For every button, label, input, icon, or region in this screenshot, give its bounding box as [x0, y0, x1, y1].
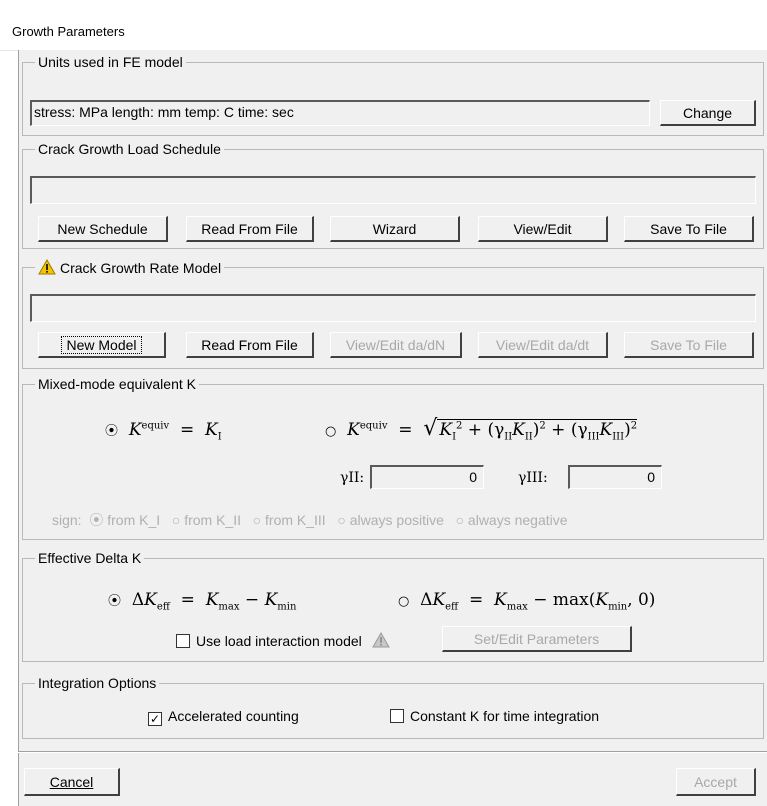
- schedule-save-file-button[interactable]: Save To File: [624, 216, 754, 242]
- view-edit-dadn-button[interactable]: View/Edit da/dN: [330, 332, 462, 358]
- view-edit-dadt-label: View/Edit da/dt: [495, 336, 590, 353]
- schedule-read-file-button[interactable]: Read From File: [186, 216, 314, 242]
- title-bar: Growth Parameters: [0, 0, 767, 51]
- integration-legend: Integration Options: [35, 675, 160, 691]
- new-model-label: New Model: [61, 335, 142, 354]
- sign-always-positive-radio[interactable]: ○: [337, 512, 345, 528]
- dk-simple-radio[interactable]: ⦿: [108, 594, 121, 609]
- keq-simple-radio[interactable]: ⦿: [105, 424, 118, 439]
- constant-k-option[interactable]: Constant K for time integration: [390, 708, 599, 724]
- units-field: stress: MPa length: mm temp: C time: sec: [30, 100, 650, 126]
- accept-label: Accept: [694, 773, 737, 790]
- constant-k-checkbox[interactable]: [390, 709, 404, 723]
- view-edit-schedule-label: View/Edit: [513, 220, 572, 237]
- accelerated-label: Accelerated counting: [168, 708, 299, 724]
- gamma-iii-input[interactable]: 0: [568, 465, 662, 489]
- view-edit-dadn-label: View/Edit da/dN: [345, 336, 446, 353]
- change-button[interactable]: Change: [660, 100, 756, 126]
- gamma-ii-label: γII:: [340, 470, 365, 486]
- sign-from-ki-radio[interactable]: ⦿: [89, 512, 103, 528]
- cancel-button[interactable]: Cancel: [24, 768, 120, 796]
- constant-k-label: Constant K for time integration: [410, 708, 600, 724]
- keq-simple-option[interactable]: ⦿ Kequiv = KI: [105, 420, 222, 442]
- mixed-mode-legend: Mixed-mode equivalent K: [35, 376, 199, 392]
- units-legend: Units used in FE model: [35, 54, 186, 70]
- delta-k-legend: Effective Delta K: [35, 550, 145, 566]
- load-interaction-label: Use load interaction model: [196, 633, 362, 649]
- window-title: Growth Parameters: [12, 24, 125, 39]
- sign-label: sign:: [52, 512, 82, 528]
- rate-model-legend: Crack Growth Rate Model: [35, 259, 225, 276]
- model-save-file-label: Save To File: [650, 336, 727, 353]
- model-read-file-label: Read From File: [201, 336, 298, 353]
- sign-always-positive-label: always positive: [349, 512, 444, 528]
- gamma-ii-input[interactable]: 0: [370, 465, 484, 489]
- set-edit-parameters-button[interactable]: Set/Edit Parameters: [442, 626, 632, 652]
- new-schedule-label: New Schedule: [57, 220, 148, 237]
- sign-from-ki-label: from K_I: [107, 512, 161, 528]
- rate-model-legend-text: Crack Growth Rate Model: [60, 260, 222, 276]
- schedule-save-file-label: Save To File: [650, 220, 727, 237]
- accelerated-checkbox[interactable]: ✓: [148, 712, 162, 726]
- dk-positive-option[interactable]: ○ ΔKeff = Kmax − max(Kmin, 0): [398, 590, 655, 612]
- view-edit-dadt-button[interactable]: View/Edit da/dt: [478, 332, 608, 358]
- model-save-file-button[interactable]: Save To File: [624, 332, 754, 358]
- model-read-file-button[interactable]: Read From File: [186, 332, 314, 358]
- load-interaction-checkbox[interactable]: [176, 634, 190, 648]
- sign-from-kii-label: from K_II: [184, 512, 241, 528]
- sign-always-negative-label: always negative: [467, 512, 568, 528]
- wizard-button[interactable]: Wizard: [330, 216, 460, 242]
- new-schedule-button[interactable]: New Schedule: [38, 216, 168, 242]
- keq-combined-option[interactable]: ○ Kequiv = √ KI2 + (γIIKII)2 + (γIIIKIII)…: [325, 416, 638, 442]
- sign-from-kiii-radio[interactable]: ○: [253, 512, 261, 528]
- sign-always-negative-radio[interactable]: ○: [456, 512, 464, 528]
- sign-from-kiii-label: from K_III: [265, 512, 326, 528]
- new-model-button[interactable]: New Model: [38, 332, 166, 358]
- load-interaction-warning-icon: [371, 632, 390, 648]
- view-edit-schedule-button[interactable]: View/Edit: [478, 216, 608, 242]
- load-schedule-field: [30, 176, 756, 204]
- warning-icon: [38, 259, 56, 275]
- sign-from-kii-radio[interactable]: ○: [172, 512, 180, 528]
- accelerated-option[interactable]: ✓ Accelerated counting: [148, 708, 299, 726]
- keq-combined-radio[interactable]: ○: [325, 424, 336, 439]
- load-interaction-option[interactable]: Use load interaction model: [176, 632, 394, 649]
- schedule-read-file-label: Read From File: [201, 220, 298, 237]
- cancel-label: Cancel: [49, 773, 94, 790]
- change-button-label: Change: [682, 104, 733, 121]
- dk-simple-option[interactable]: ⦿ ΔKeff = Kmax − Kmin: [108, 590, 296, 612]
- dk-positive-radio[interactable]: ○: [398, 594, 409, 609]
- accept-button[interactable]: Accept: [676, 768, 756, 796]
- wizard-label: Wizard: [372, 220, 417, 237]
- sign-row: sign: ⦿ from K_I ○ from K_II ○ from K_II…: [52, 510, 568, 530]
- footer-divider: [18, 751, 767, 753]
- gamma-iii-label: γIII:: [518, 470, 548, 486]
- rate-model-field: [30, 294, 756, 322]
- set-edit-parameters-label: Set/Edit Parameters: [473, 630, 600, 647]
- load-schedule-legend: Crack Growth Load Schedule: [35, 141, 224, 157]
